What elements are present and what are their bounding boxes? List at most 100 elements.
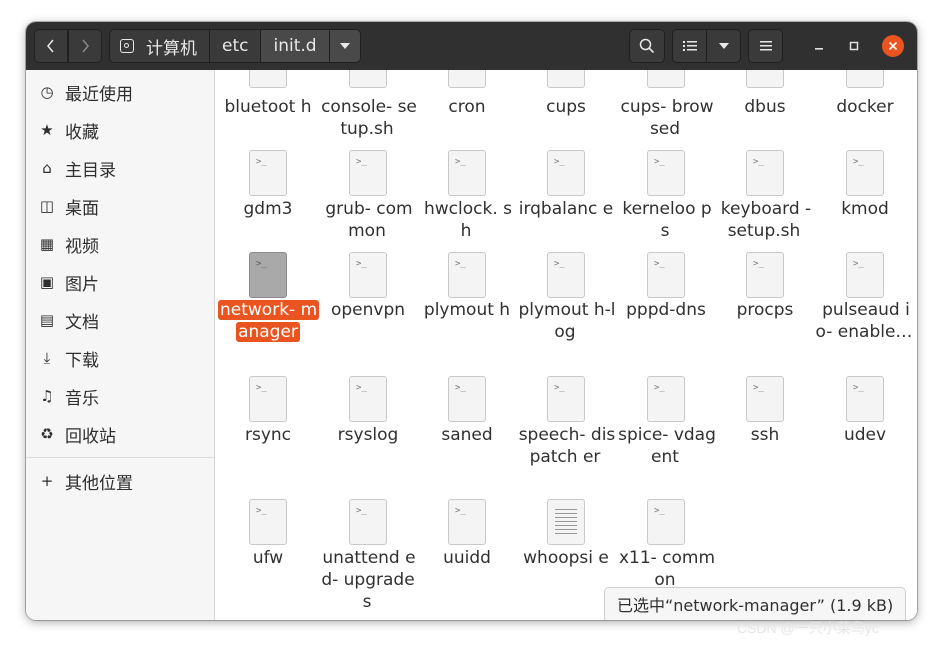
- file-name: bluetoot h: [218, 96, 318, 118]
- close-button[interactable]: [882, 35, 904, 57]
- list-view-button[interactable]: [672, 29, 707, 63]
- back-button[interactable]: [34, 29, 68, 63]
- star-icon: ★: [40, 121, 54, 139]
- music-icon: ♫: [40, 387, 54, 405]
- script-file-icon: >_: [448, 252, 486, 298]
- status-bar: 已选中“network-manager” (1.9 kB): [604, 587, 907, 620]
- chevron-down-icon: [339, 43, 350, 49]
- desktop-icon: ◫: [39, 197, 55, 215]
- file-name-text: cups- browsed: [620, 97, 714, 139]
- hamburger-menu-button[interactable]: [748, 29, 783, 63]
- sidebar-item-documents[interactable]: ▤ 文档: [26, 302, 214, 338]
- file-name-text: udev: [843, 425, 887, 445]
- sidebar-item-label: 下载: [65, 350, 99, 371]
- download-icon: ⤓: [43, 349, 51, 367]
- file-name: network- manager: [218, 299, 320, 343]
- breadcrumb-label: etc: [222, 36, 249, 56]
- file-name: gdm3: [218, 198, 318, 220]
- script-file-icon: >_: [249, 499, 287, 545]
- sidebar-item-label: 视频: [65, 236, 99, 257]
- script-file-icon: >_: [349, 252, 387, 298]
- file-name-text: network- manager: [218, 300, 320, 342]
- file-name: dbus: [715, 96, 815, 118]
- file-name: unattend ed- upgrades: [318, 547, 418, 613]
- image-icon: ▣: [39, 273, 55, 291]
- sidebar-item-downloads[interactable]: ⤓ 下载: [26, 340, 214, 376]
- script-file-icon: >_: [746, 376, 784, 422]
- script-file-icon: >_: [349, 150, 387, 196]
- script-file-icon: >_: [249, 376, 287, 422]
- breadcrumb-computer[interactable]: 计算机: [109, 29, 210, 63]
- hamburger-icon: [759, 41, 772, 51]
- file-name-text: procps: [736, 300, 794, 320]
- file-name: rsyslog: [318, 424, 418, 446]
- view-options-button[interactable]: [706, 29, 741, 63]
- script-file-icon: >_: [647, 70, 685, 88]
- file-name: ufw: [218, 547, 318, 569]
- sidebar-item-starred[interactable]: ★ 收藏: [26, 112, 214, 148]
- file-name: docker: [815, 96, 915, 118]
- search-icon: [639, 38, 655, 54]
- search-button[interactable]: [629, 29, 665, 63]
- text-file-icon: [547, 499, 585, 545]
- script-file-icon: >_: [746, 150, 784, 196]
- file-name-text: uuidd: [443, 548, 491, 568]
- file-name-text: bluetoot h: [224, 97, 312, 117]
- sidebar-item-label: 最近使用: [65, 84, 133, 105]
- sidebar-item-home[interactable]: ⌂ 主目录: [26, 150, 214, 186]
- file-name-text: kerneloo ps: [622, 199, 712, 241]
- script-file-icon: >_: [249, 252, 287, 298]
- script-file-icon: >_: [647, 150, 685, 196]
- file-name-text: rsync: [244, 425, 292, 445]
- breadcrumb-initd[interactable]: init.d: [260, 29, 330, 63]
- script-file-icon: >_: [349, 499, 387, 545]
- minimize-button[interactable]: [809, 36, 829, 56]
- trash-icon: ♻: [40, 425, 54, 443]
- sidebar-item-other-locations[interactable]: + 其他位置: [26, 463, 214, 499]
- file-name: x11- common: [616, 547, 716, 591]
- script-file-icon: >_: [846, 252, 884, 298]
- document-icon: ▤: [39, 311, 55, 329]
- sidebar-item-label: 音乐: [65, 388, 99, 409]
- script-file-icon: >_: [547, 376, 585, 422]
- file-name: keyboard -setup.sh: [715, 198, 815, 242]
- script-file-icon: >_: [448, 70, 486, 88]
- file-name-text: rsyslog: [337, 425, 399, 445]
- file-name: uuidd: [417, 547, 517, 569]
- sidebar-item-trash[interactable]: ♻ 回收站: [26, 416, 214, 452]
- sidebar: ◷ 最近使用 ★ 收藏 ⌂ 主目录 ◫ 桌面 ▦ 视频 ▣ 图片 ▤ 文档 ⤓: [26, 70, 215, 620]
- script-file-icon: >_: [448, 499, 486, 545]
- sidebar-item-desktop[interactable]: ◫ 桌面: [26, 188, 214, 224]
- script-file-icon: >_: [647, 499, 685, 545]
- sidebar-divider: [26, 457, 214, 458]
- file-name-text: plymout h-log: [518, 300, 616, 342]
- sidebar-item-recent[interactable]: ◷ 最近使用: [26, 74, 214, 110]
- file-name: kerneloo ps: [616, 198, 716, 242]
- breadcrumb-etc[interactable]: etc: [209, 29, 262, 63]
- script-file-icon: >_: [846, 70, 884, 88]
- forward-button[interactable]: [68, 29, 102, 63]
- script-file-icon: >_: [249, 150, 287, 196]
- sidebar-item-label: 收藏: [65, 122, 99, 143]
- file-name: pulseaud io- enable…: [815, 299, 915, 343]
- file-name-text: dbus: [744, 97, 786, 117]
- plus-icon: +: [40, 472, 54, 490]
- script-file-icon: >_: [249, 70, 287, 88]
- file-name: cups: [516, 96, 616, 118]
- sidebar-item-pictures[interactable]: ▣ 图片: [26, 264, 214, 300]
- maximize-button[interactable]: [844, 36, 864, 56]
- breadcrumb-menu-button[interactable]: [328, 29, 361, 63]
- file-name-text: saned: [441, 425, 493, 445]
- file-name-text: cron: [448, 97, 486, 117]
- file-name: cups- browsed: [616, 96, 716, 140]
- file-name-text: console- setup.sh: [321, 97, 417, 139]
- file-name: ssh: [715, 424, 815, 446]
- chevron-right-icon: [82, 39, 89, 53]
- file-name: whoopsi e: [516, 547, 616, 569]
- sidebar-item-videos[interactable]: ▦ 视频: [26, 226, 214, 262]
- sidebar-item-music[interactable]: ♫ 音乐: [26, 378, 214, 414]
- script-file-icon: >_: [349, 376, 387, 422]
- file-name-text: keyboard -setup.sh: [720, 199, 812, 241]
- sidebar-item-label: 桌面: [65, 198, 99, 219]
- file-name: kmod: [815, 198, 915, 220]
